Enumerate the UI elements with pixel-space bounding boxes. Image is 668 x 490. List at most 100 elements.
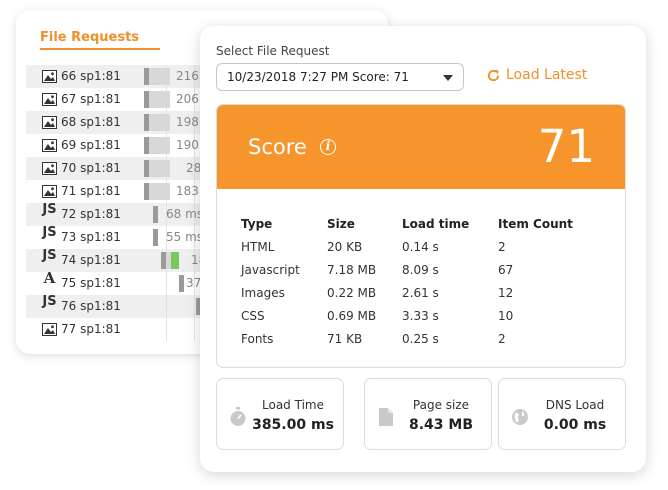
- image-icon: [42, 70, 57, 83]
- file-request-name: 74 sp1:81: [61, 253, 121, 267]
- timeline-gridline: [194, 318, 195, 341]
- globe-icon: [512, 409, 528, 425]
- type-table-cell: 3.33 s: [402, 309, 439, 323]
- image-icon: [42, 116, 57, 129]
- score-panel: Select File Request 10/23/2018 7:27 PM S…: [200, 26, 646, 472]
- image-icon: [42, 93, 57, 106]
- timeline-gridline: [166, 295, 167, 318]
- timing-bar-wait: [144, 68, 149, 85]
- timing-bar: [144, 68, 170, 85]
- timing-bar-wait: [144, 160, 149, 177]
- file-request-time: 68 ms: [166, 207, 204, 221]
- timing-bar-wait: [179, 275, 184, 292]
- page-size-value: 8.43 MB: [408, 417, 474, 433]
- js-icon: JS: [42, 202, 57, 217]
- timing-bar: [144, 160, 170, 177]
- load-time-stat: Load Time 385.00 ms: [216, 378, 344, 450]
- score-label: Score: [248, 135, 307, 159]
- timing-bar: [153, 206, 158, 223]
- type-table-cell: CSS: [241, 309, 265, 323]
- stopwatch-icon: [230, 407, 246, 426]
- type-table-cell: 0.22 MB: [327, 286, 377, 300]
- file-icon: [379, 408, 393, 426]
- type-table-cell: Javascript: [241, 263, 300, 277]
- image-icon: [42, 139, 57, 152]
- file-request-name: 73 sp1:81: [61, 230, 121, 244]
- file-requests-title: File Requests: [40, 30, 140, 45]
- type-table-header-cell: Type: [241, 217, 273, 231]
- type-table-cell: 20 KB: [327, 240, 363, 254]
- caret-down-icon: [443, 75, 453, 81]
- file-request-name: 75 sp1:81: [61, 276, 121, 290]
- type-table-header-cell: Item Count: [498, 217, 573, 231]
- score-value: 71: [537, 120, 595, 173]
- type-table-header-cell: Size: [327, 217, 355, 231]
- js-icon: JS: [42, 248, 57, 263]
- file-request-name: 72 sp1:81: [61, 207, 121, 221]
- type-table-cell: 10: [498, 309, 514, 323]
- type-table-cell: 0.69 MB: [327, 309, 377, 323]
- file-requests-underline: [40, 48, 160, 50]
- timing-bar-wait: [153, 206, 158, 223]
- type-table-header-cell: Load time: [402, 217, 470, 231]
- type-table-cell: 2: [498, 240, 506, 254]
- file-request-time: 55 ms: [166, 230, 204, 244]
- timing-bar: [144, 91, 170, 108]
- file-request-name: 67 sp1:81: [61, 92, 121, 106]
- type-table-cell: 2.61 s: [402, 286, 439, 300]
- file-request-name: 71 sp1:81: [61, 184, 121, 198]
- timeline-gridline: [166, 318, 167, 341]
- file-request-name: 69 sp1:81: [61, 138, 121, 152]
- js-icon: JS: [42, 294, 57, 309]
- score-box: Score i 71 Type Size Load time Item Count HT…: [216, 104, 626, 368]
- dns-load-stat: DNS Load 0.00 ms: [498, 378, 626, 450]
- load-time-value: 385.00 ms: [252, 417, 334, 433]
- load-latest-button[interactable]: Load Latest: [486, 65, 587, 85]
- timing-bar-download: [171, 252, 179, 269]
- timing-bar-wait: [161, 252, 166, 269]
- page-size-label: Page size: [412, 398, 470, 412]
- timing-bar: [144, 137, 170, 154]
- load-latest-label: Load Latest: [506, 67, 588, 83]
- timing-bar-wait: [144, 114, 149, 131]
- timing-bar-wait: [144, 91, 149, 108]
- type-table-cell: 12: [498, 286, 514, 300]
- refresh-icon: [487, 69, 500, 81]
- timing-bar: [144, 183, 170, 200]
- file-request-name: 68 sp1:81: [61, 115, 121, 129]
- timing-bar: [179, 275, 184, 292]
- image-icon: [42, 185, 57, 198]
- file-request-name: 76 sp1:81: [61, 299, 121, 313]
- file-request-name: 66 sp1:81: [61, 69, 121, 83]
- timing-bar: [153, 229, 158, 246]
- file-request-select-value: 10/23/2018 7:27 PM Score: 71: [227, 70, 409, 84]
- type-table-cell: 0.14 s: [402, 240, 439, 254]
- type-table-cell: Fonts: [241, 332, 274, 346]
- type-table-cell: Images: [241, 286, 285, 300]
- type-table-cell: 71 KB: [327, 332, 363, 346]
- type-table-cell: 8.09 s: [402, 263, 439, 277]
- info-icon[interactable]: i: [320, 139, 336, 155]
- timeline-gridline: [194, 295, 195, 318]
- file-request-name: 70 sp1:81: [61, 161, 121, 175]
- image-icon: [42, 323, 57, 336]
- select-file-request-label: Select File Request: [216, 44, 330, 58]
- type-table-cell: 7.18 MB: [327, 263, 377, 277]
- timing-bar: [144, 114, 170, 131]
- timing-bar-wait: [153, 229, 158, 246]
- page-size-stat: Page size 8.43 MB: [364, 378, 492, 450]
- file-request-name: 77 sp1:81: [61, 322, 121, 336]
- image-icon: [42, 162, 57, 175]
- dns-load-label: DNS Load: [545, 398, 605, 412]
- dns-load-value: 0.00 ms: [543, 417, 607, 433]
- timing-bar-wait: [144, 137, 149, 154]
- score-header: Score i 71: [217, 105, 625, 189]
- type-table-cell: 2: [498, 332, 506, 346]
- file-request-select[interactable]: 10/23/2018 7:27 PM Score: 71: [216, 63, 464, 91]
- type-table-cell: 0.25 s: [402, 332, 439, 346]
- timeline-gridline: [166, 272, 167, 295]
- timing-bar-wait: [144, 183, 149, 200]
- font-icon: A: [43, 269, 56, 287]
- load-time-label: Load Time: [262, 398, 324, 412]
- js-icon: JS: [42, 225, 57, 240]
